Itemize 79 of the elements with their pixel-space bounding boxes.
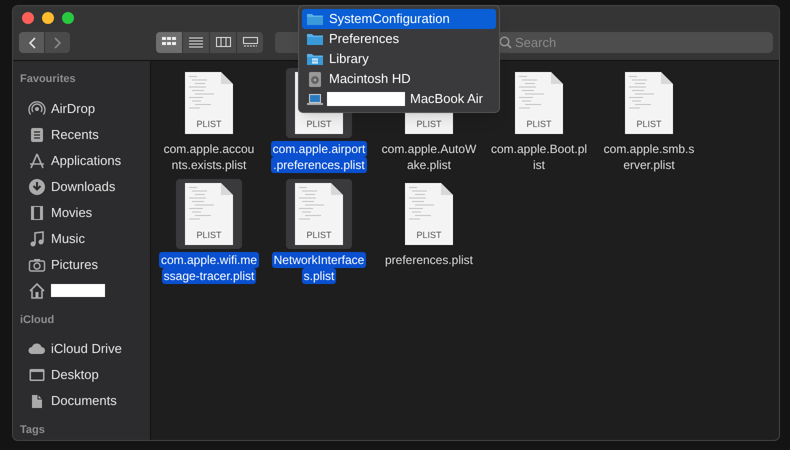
file-name[interactable]: .preferences.plist <box>271 157 367 173</box>
file-type-label: PLIST <box>305 228 332 242</box>
gallery-view-button[interactable] <box>237 32 263 53</box>
file-thumbnail-frame[interactable]: PLIST <box>396 179 462 249</box>
sidebar-item[interactable]: Downloads <box>51 176 116 196</box>
sidebar-section-title: iCloud <box>20 312 56 328</box>
monitor-icon <box>28 366 46 384</box>
column-view-button[interactable] <box>210 32 236 53</box>
document-icon <box>185 183 233 245</box>
gallery-icon <box>242 37 258 48</box>
file-name[interactable]: com.apple.accou <box>162 141 256 157</box>
document-icon <box>185 72 233 134</box>
sidebar-section-title: Favourites <box>20 72 77 87</box>
sidebar-section-title: Tags <box>20 423 46 438</box>
sidebar-item[interactable]: Recents <box>51 124 99 144</box>
minimize-button[interactable] <box>42 12 54 24</box>
file-thumbnail-frame[interactable]: PLIST <box>286 179 352 249</box>
file-type-label: PLIST <box>305 118 332 130</box>
file-name[interactable]: nts.exists.plist <box>170 157 248 173</box>
library-folder-icon <box>306 51 324 67</box>
redaction-bar <box>51 284 105 297</box>
sidebar-item[interactable]: Desktop <box>51 365 99 385</box>
icon-view-button[interactable] <box>156 32 182 53</box>
folder-icon <box>306 11 324 27</box>
file-thumbnail-frame[interactable]: PLIST <box>176 179 242 249</box>
film-icon <box>28 204 46 222</box>
document-icon <box>295 183 343 245</box>
document-stack-icon <box>28 126 46 144</box>
file-name[interactable]: NetworkInterface <box>272 252 366 268</box>
file-type-label: PLIST <box>195 118 222 130</box>
chevron-right-icon <box>54 36 62 48</box>
file-name[interactable]: com.apple.Boot.pl <box>488 141 590 157</box>
compass-icon <box>28 152 46 170</box>
file-name[interactable]: com.apple.airport <box>270 141 368 157</box>
grid-icon <box>162 37 176 48</box>
document-icon <box>405 183 453 245</box>
airdrop-icon <box>28 100 46 118</box>
path-menu-item[interactable]: SystemConfiguration <box>302 9 496 29</box>
sidebar-item[interactable]: Music <box>51 228 85 248</box>
folder-icon <box>306 31 324 47</box>
file-name[interactable]: com.apple.AutoW <box>380 141 478 157</box>
close-button[interactable] <box>22 12 34 24</box>
file-name[interactable]: s.plist <box>302 268 336 284</box>
file-name[interactable]: ssage-tracer.plist <box>162 268 256 284</box>
file-name[interactable]: preferences.plist <box>382 252 476 268</box>
list-view-button[interactable] <box>183 32 209 53</box>
file-type-label: PLIST <box>525 118 552 130</box>
sidebar-item[interactable]: Documents <box>51 391 117 411</box>
document-icon <box>515 72 563 134</box>
search-icon <box>499 36 512 49</box>
file-name[interactable]: com.apple.wifi.me <box>158 252 260 268</box>
file-type-label: PLIST <box>195 228 222 242</box>
music-note-icon <box>28 230 46 248</box>
file-name[interactable]: erver.plist <box>621 157 677 173</box>
document-icon <box>625 72 673 134</box>
file-type-label: PLIST <box>635 118 662 130</box>
sidebar-item[interactable]: Applications <box>51 150 122 170</box>
sidebar-item[interactable]: Movies <box>51 202 92 222</box>
columns-icon <box>216 37 230 48</box>
list-icon <box>188 37 204 48</box>
file-thumbnail-frame[interactable]: PLIST <box>176 68 242 138</box>
forward-button[interactable] <box>45 32 70 53</box>
back-button[interactable] <box>19 32 44 53</box>
file-thumbnail-frame[interactable]: PLIST <box>616 68 682 138</box>
file-name[interactable]: ake.plist <box>404 157 454 173</box>
file-type-label: PLIST <box>415 228 442 242</box>
download-icon <box>28 178 46 196</box>
hard-drive-icon <box>306 71 324 87</box>
laptop-icon <box>306 91 324 107</box>
file-name[interactable]: ist <box>531 157 547 173</box>
sidebar-item[interactable]: AirDrop <box>51 98 96 118</box>
file-type-label: PLIST <box>415 118 442 130</box>
zoom-button[interactable] <box>62 12 74 24</box>
sidebar-item[interactable]: iCloud Drive <box>51 339 122 359</box>
sidebar-item[interactable]: Pictures <box>51 254 98 274</box>
chevron-left-icon <box>28 36 36 48</box>
file-name[interactable]: com.apple.smb.s <box>602 141 696 157</box>
file-thumbnail-frame[interactable]: PLIST <box>506 68 572 138</box>
house-icon <box>28 282 46 300</box>
